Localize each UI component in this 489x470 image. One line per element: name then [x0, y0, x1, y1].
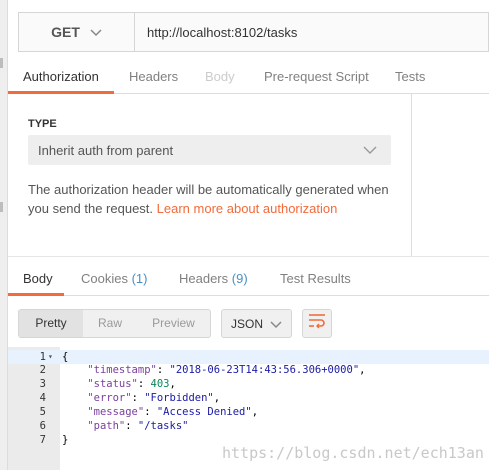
request-tabs: Authorization Headers Body Pre-request S… [8, 62, 489, 94]
tab-headers[interactable]: Headers [129, 62, 178, 94]
auth-type-dropdown[interactable]: Inherit auth from parent [28, 135, 391, 165]
tab-pre-request-script[interactable]: Pre-request Script [264, 62, 369, 94]
view-raw-button[interactable]: Raw [83, 310, 137, 337]
code-text: "status": 403, [87, 378, 176, 390]
authorization-panel: TYPE Inherit auth from parent The author… [8, 94, 412, 256]
response-tab-body-label: Body [23, 271, 53, 286]
line-number: 7 [39, 434, 46, 446]
response-tab-cookies[interactable]: Cookies (1) [81, 264, 147, 296]
response-view-toggle: Pretty Raw Preview [18, 309, 211, 338]
method-dropdown[interactable]: GET [19, 13, 135, 51]
line-number: 4 [39, 392, 46, 404]
watermark-text: https://blog.csdn.net/ech13an [222, 444, 484, 462]
tab-body[interactable]: Body [205, 62, 235, 94]
code-text: "error": "Forbidden", [87, 392, 221, 404]
json-key: "message" [87, 406, 145, 418]
line-number: 2 [39, 364, 46, 376]
left-sidebar-edge [0, 0, 8, 470]
json-value: "/tasks" [137, 420, 189, 432]
format-dropdown[interactable]: JSON [221, 309, 292, 338]
tab-authorization[interactable]: Authorization [23, 62, 99, 94]
url-input[interactable] [135, 13, 488, 51]
active-response-tab-indicator [8, 293, 64, 296]
response-tab-headers-label: Headers [179, 271, 229, 286]
cookies-count: (1) [131, 271, 148, 286]
line-number: 1 [39, 351, 46, 363]
response-tab-headers[interactable]: Headers (9) [179, 264, 248, 296]
code-line: 5 "message": "Access Denied", [8, 405, 489, 419]
response-tab-test-results[interactable]: Test Results [280, 264, 351, 296]
auth-type-value: Inherit auth from parent [38, 142, 174, 158]
json-key: "status" [87, 378, 138, 390]
code-line: 4 "error": "Forbidden", [8, 391, 489, 405]
view-preview-button[interactable]: Preview [137, 310, 210, 337]
auth-description: The authorization header will be automat… [28, 180, 398, 218]
response-tabs: Body Cookies (1) Headers (9) Test Result… [8, 264, 489, 296]
method-label: GET [51, 24, 80, 40]
headers-count: (9) [231, 271, 248, 286]
json-key: "timestamp" [87, 364, 157, 376]
chevron-down-icon [270, 318, 282, 332]
fold-arrow-icon[interactable]: ▾ [48, 350, 53, 364]
wrap-lines-button[interactable] [302, 309, 332, 338]
json-key: "error" [87, 392, 132, 404]
code-line: 6 "path": "/tasks" [8, 419, 489, 433]
learn-more-auth-link[interactable]: Learn more about authorization [157, 201, 338, 216]
json-key: "path" [87, 420, 126, 432]
response-tab-body[interactable]: Body [23, 264, 53, 296]
code-text: "message": "Access Denied", [87, 406, 259, 418]
auth-type-label: TYPE [28, 118, 57, 130]
line-number: 6 [39, 420, 46, 432]
code-line: 1 ▾ { [8, 350, 489, 364]
request-url-bar: GET [18, 12, 489, 52]
code-line: 2 "timestamp": "2018-06-23T14:43:56.306+… [8, 363, 489, 377]
line-number: 5 [39, 406, 46, 418]
format-value: JSON [231, 316, 264, 331]
code-text: { [62, 351, 69, 363]
sidebar-edge-marker [0, 58, 3, 68]
response-tab-cookies-label: Cookies [81, 271, 128, 286]
json-value: 403 [150, 378, 170, 390]
json-value: "Access Denied" [156, 406, 252, 418]
line-number: 3 [39, 378, 46, 390]
sidebar-edge-marker [0, 202, 3, 212]
section-divider [8, 256, 489, 257]
tab-tests[interactable]: Tests [395, 62, 425, 94]
chevron-down-icon [363, 143, 377, 158]
json-value: "2018-06-23T14:43:56.306+0000" [169, 364, 360, 376]
code-line: 3 "status": 403, [8, 377, 489, 391]
chevron-down-icon [90, 24, 102, 40]
code-text: "path": "/tasks" [87, 420, 189, 432]
response-tab-test-results-label: Test Results [280, 271, 351, 286]
code-text: } [62, 434, 69, 446]
json-value: "Forbidden" [144, 392, 214, 404]
view-pretty-button[interactable]: Pretty [19, 310, 83, 337]
code-text: "timestamp": "2018-06-23T14:43:56.306+00… [87, 364, 366, 376]
wrap-lines-icon [308, 313, 326, 334]
